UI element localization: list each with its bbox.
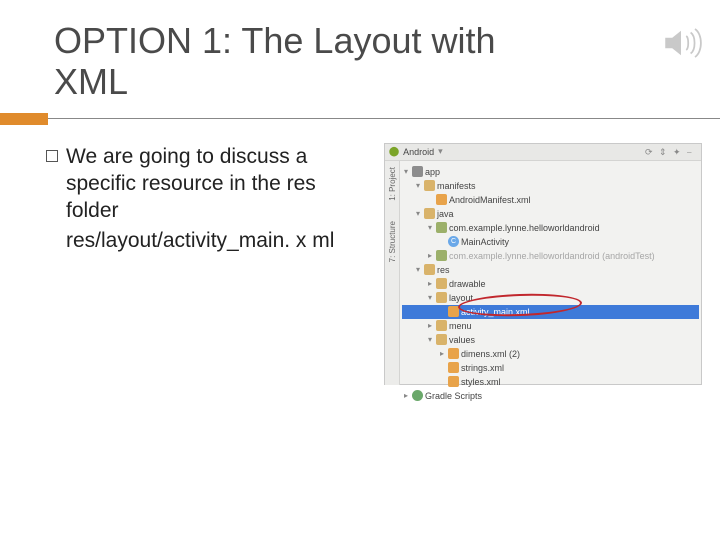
- panel-toolbar: ⬤ Android ▾ ⟳ ⇕ ✦ ⎯: [385, 144, 701, 161]
- hide-icon[interactable]: ⎯: [687, 147, 697, 157]
- tree-node-manifests[interactable]: ▾manifests: [402, 179, 699, 193]
- bullet-text: We are going to discuss a specific resou…: [66, 143, 366, 225]
- resource-path: res/layout/activity_main. x ml: [66, 227, 366, 254]
- chevron-down-icon[interactable]: ▾: [438, 146, 443, 157]
- ide-project-panel: ⬤ Android ▾ ⟳ ⇕ ✦ ⎯ 1: Project 7: Struct…: [384, 143, 702, 385]
- tree-node-androidmanifest[interactable]: AndroidManifest.xml: [402, 193, 699, 207]
- bullet-icon: [46, 150, 58, 162]
- accent-divider: [0, 109, 720, 125]
- project-dropdown-label[interactable]: Android: [403, 147, 434, 157]
- side-tab-strip: 1: Project 7: Structure: [385, 161, 400, 385]
- title-line-1: OPTION 1: The Layout with: [54, 20, 720, 61]
- tree-node-res[interactable]: ▾res: [402, 263, 699, 277]
- tree-node-dimens[interactable]: ▸dimens.xml (2): [402, 347, 699, 361]
- tree-node-drawable[interactable]: ▸drawable: [402, 277, 699, 291]
- tree-node-menu[interactable]: ▸menu: [402, 319, 699, 333]
- tree-node-pkg2[interactable]: ▸com.example.lynne.helloworldandroid (an…: [402, 249, 699, 263]
- tree-node-values[interactable]: ▾values: [402, 333, 699, 347]
- tree-node-strings[interactable]: strings.xml: [402, 361, 699, 375]
- project-tree: ▾app ▾manifests AndroidManifest.xml ▾jav…: [400, 161, 701, 385]
- accent-line: [48, 118, 720, 119]
- tree-node-gradle[interactable]: ▸Gradle Scripts: [402, 389, 699, 403]
- gear-icon[interactable]: ✦: [673, 147, 683, 157]
- tree-node-java[interactable]: ▾java: [402, 207, 699, 221]
- body-text-column: We are going to discuss a specific resou…: [66, 143, 366, 385]
- tree-node-app[interactable]: ▾app: [402, 165, 699, 179]
- android-robot-icon: ⬤: [389, 146, 399, 157]
- tree-node-mainactivity[interactable]: CMainActivity: [402, 235, 699, 249]
- slide-title-block: OPTION 1: The Layout with XML: [0, 0, 720, 109]
- collapse-icon[interactable]: ⇕: [659, 147, 669, 157]
- title-line-2: XML: [54, 61, 720, 102]
- tree-node-layout[interactable]: ▾layout: [402, 291, 699, 305]
- tree-node-activity-main[interactable]: activity_main.xml: [402, 305, 699, 319]
- tree-node-styles[interactable]: styles.xml: [402, 375, 699, 389]
- sync-icon[interactable]: ⟳: [645, 147, 655, 157]
- tree-node-pkg1[interactable]: ▾com.example.lynne.helloworldandroid: [402, 221, 699, 235]
- side-tab-structure[interactable]: 7: Structure: [388, 221, 397, 262]
- side-tab-project[interactable]: 1: Project: [388, 167, 397, 201]
- speaker-icon: [660, 22, 702, 69]
- accent-bar: [0, 113, 48, 125]
